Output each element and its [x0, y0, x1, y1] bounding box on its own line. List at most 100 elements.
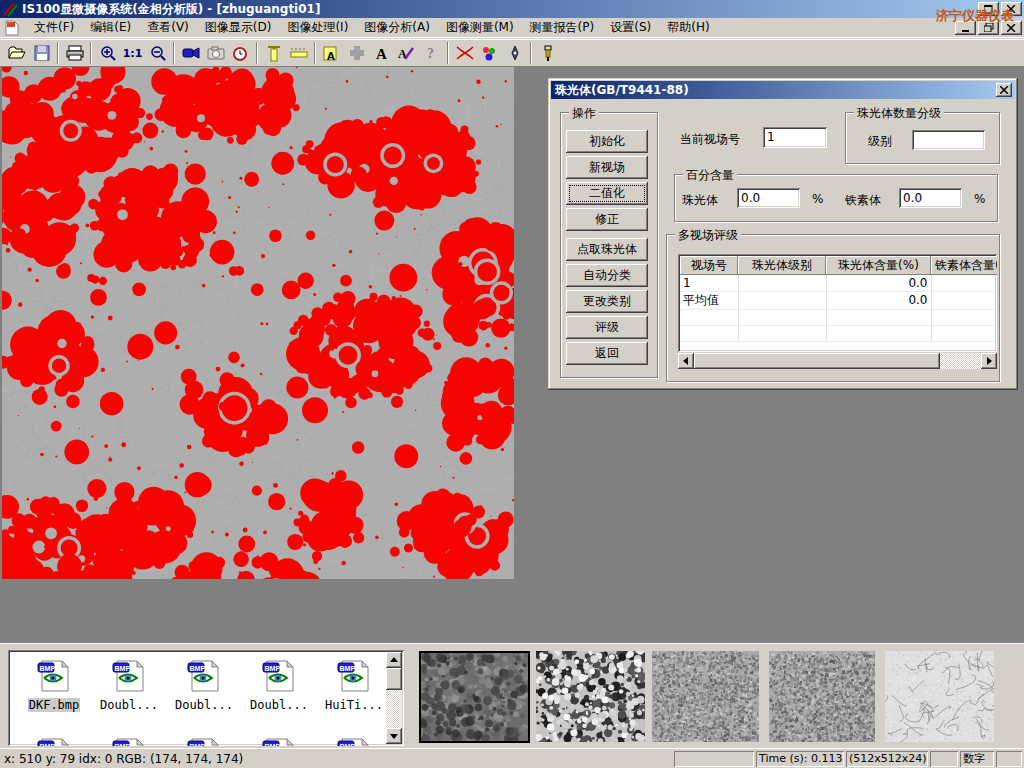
table-row[interactable]: 平均值0.0: [680, 291, 997, 309]
file-item[interactable]: Doubl...: [243, 658, 315, 712]
menu-edit[interactable]: 编辑(E): [82, 17, 139, 38]
status-size: (512x512x24): [846, 751, 928, 767]
auto-classify-button[interactable]: 自动分类: [566, 264, 648, 287]
menu-file[interactable]: 文件(F): [26, 17, 82, 38]
workspace: 珠光体(GB/T9441-88) 操作 初始化 新视场 二值化 修正 点取珠光体…: [0, 67, 1024, 643]
file-list[interactable]: DKF.bmp Doubl... Doubl... Doubl... HuiTi…: [8, 650, 404, 746]
save-button[interactable]: [29, 41, 54, 65]
col-pearlite-content[interactable]: 珠光体含量(%): [826, 256, 931, 275]
text-button[interactable]: A: [369, 41, 394, 65]
zoom-out-button[interactable]: [145, 41, 170, 65]
file-item[interactable]: [243, 736, 315, 746]
ferrite-input[interactable]: 0.0: [899, 188, 962, 208]
file-item[interactable]: [18, 736, 90, 746]
col-ferrite-content[interactable]: 铁素体含量(%): [931, 256, 997, 275]
pen-button[interactable]: [502, 41, 527, 65]
binarize-button[interactable]: 二值化: [566, 182, 648, 205]
menu-image-measure[interactable]: 图像测量(M): [438, 17, 522, 38]
init-button[interactable]: 初始化: [566, 130, 648, 153]
menu-image-display[interactable]: 图像显示(D): [197, 17, 280, 38]
thumbnail-3[interactable]: [652, 651, 759, 742]
toolbar-separator: [314, 42, 316, 64]
menu-image-processing[interactable]: 图像处理(I): [279, 17, 356, 38]
camera-button[interactable]: [203, 41, 228, 65]
status-position: x: 510 y: 79 idx: 0 RGB: (174, 174, 174): [0, 752, 243, 766]
table-row[interactable]: 10.0: [680, 275, 997, 291]
file-item[interactable]: [318, 736, 390, 746]
app-window: IS100显微摄像系统(金相分析版) - [zhuguangti01] 济宁仪器…: [0, 0, 1024, 768]
rate-button[interactable]: 评级: [566, 316, 648, 339]
multifield-table[interactable]: 视场号 珠光体级别 珠光体含量(%) 铁素体含量(%) 10.0 平均值0.0: [678, 254, 997, 352]
thumbnail-5[interactable]: [885, 651, 994, 742]
pearlite-input[interactable]: 0.0: [737, 188, 800, 208]
delete-measure-button[interactable]: [452, 41, 477, 65]
scroll-down-button[interactable]: [386, 728, 402, 744]
scroll-track[interactable]: [940, 353, 981, 369]
toolbar-separator: [530, 42, 532, 64]
grade-group-label: 珠光体数量分级: [854, 105, 944, 122]
current-field-input[interactable]: 1: [763, 127, 827, 148]
menu-settings[interactable]: 设置(S): [602, 17, 659, 38]
brand-overlay-text: 济宁仪器仪表: [936, 7, 1014, 25]
pearlite-dialog: 珠光体(GB/T9441-88) 操作 初始化 新视场 二值化 修正 点取珠光体…: [548, 78, 1018, 390]
scroll-up-button[interactable]: [386, 652, 402, 668]
file-item[interactable]: HuiTi...: [318, 658, 390, 712]
percent-group-label: 百分含量: [683, 167, 737, 184]
change-class-button[interactable]: 更改类别: [566, 290, 648, 313]
title-bar: IS100显微摄像系统(金相分析版) - [zhuguangti01]: [0, 0, 1024, 18]
count-objects-button[interactable]: [477, 41, 502, 65]
measure-text-button[interactable]: A: [319, 41, 344, 65]
document-icon: [4, 20, 20, 36]
video-camera-button[interactable]: [178, 41, 203, 65]
status-mode: 数字: [960, 751, 994, 767]
ruler-horizontal-button[interactable]: [286, 41, 311, 65]
correct-button[interactable]: 修正: [566, 208, 648, 231]
file-item[interactable]: DKF.bmp: [18, 658, 90, 712]
menu-report[interactable]: 测量报告(P): [522, 17, 603, 38]
micrograph-image[interactable]: [2, 67, 514, 579]
dialog-close-button[interactable]: [996, 83, 1012, 97]
svg-text:A: A: [327, 51, 335, 62]
file-list-scrollbar[interactable]: [386, 652, 402, 744]
file-item[interactable]: [168, 736, 240, 746]
pearlite-percent-sign: %: [812, 192, 823, 206]
annotate-button[interactable]: A: [394, 41, 419, 65]
file-item[interactable]: Doubl...: [93, 658, 165, 712]
bmp-file-icon: [36, 658, 72, 694]
file-item[interactable]: [93, 736, 165, 746]
col-pearlite-grade[interactable]: 珠光体级别: [738, 256, 826, 275]
scroll-thumb[interactable]: [694, 353, 940, 369]
toolbar-separator: [90, 42, 92, 64]
menu-image-analysis[interactable]: 图像分析(A): [356, 17, 438, 38]
open-button[interactable]: [4, 41, 29, 65]
return-button[interactable]: 返回: [566, 342, 648, 365]
file-item[interactable]: Doubl...: [168, 658, 240, 712]
pick-pearlite-button[interactable]: 点取珠光体: [566, 238, 648, 261]
col-field-number[interactable]: 视场号: [680, 256, 738, 275]
status-bar: x: 510 y: 79 idx: 0 RGB: (174, 174, 174)…: [0, 748, 1024, 768]
help-button[interactable]: ?: [419, 41, 444, 65]
ruler-vertical-button[interactable]: [261, 41, 286, 65]
brush-button[interactable]: [535, 41, 560, 65]
grid-button[interactable]: [344, 41, 369, 65]
new-field-button[interactable]: 新视场: [566, 156, 648, 179]
dialog-title-bar[interactable]: 珠光体(GB/T9441-88): [551, 81, 1015, 99]
thumbnail-2[interactable]: [536, 651, 645, 742]
menu-help[interactable]: 帮助(H): [659, 17, 717, 38]
status-empty-2: [930, 751, 958, 767]
zoom-in-button[interactable]: [95, 41, 120, 65]
timer-button[interactable]: [228, 41, 253, 65]
thumbnail-4[interactable]: [769, 651, 875, 742]
grade-label: 级别: [868, 133, 892, 150]
scroll-left-button[interactable]: [678, 353, 694, 369]
thumbnail-1[interactable]: [419, 651, 530, 743]
print-button[interactable]: [62, 41, 87, 65]
toolbar: 1:1 A A A ?: [0, 39, 1024, 67]
table-hscrollbar[interactable]: [678, 353, 997, 369]
scroll-thumb[interactable]: [386, 668, 402, 690]
scroll-right-button[interactable]: [981, 353, 997, 369]
actual-size-button[interactable]: 1:1: [120, 41, 145, 65]
grade-input[interactable]: [912, 130, 985, 150]
status-empty-1: [674, 751, 754, 767]
menu-view[interactable]: 查看(V): [139, 17, 197, 38]
